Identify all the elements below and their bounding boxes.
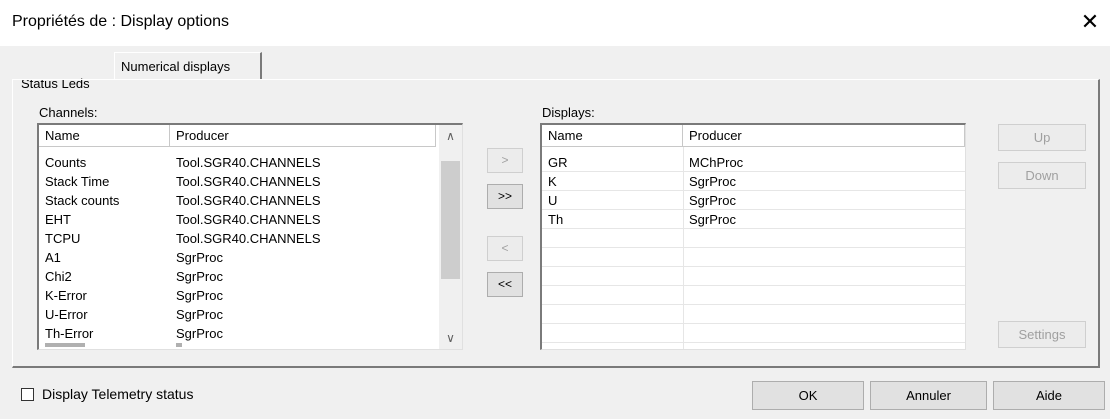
channels-header-name[interactable]: Name xyxy=(39,125,170,147)
list-item[interactable]: U-Error SgrProc xyxy=(39,305,439,324)
channel-name: EHT xyxy=(45,212,71,227)
displays-list[interactable]: Name Producer GR MChProc K SgrProc U Sgr… xyxy=(540,123,966,350)
channel-name: Th-Error xyxy=(45,326,94,341)
tab-numerical-displays[interactable]: Numerical displays xyxy=(114,52,262,80)
display-name: Th xyxy=(548,212,564,227)
channel-producer: SgrProc xyxy=(176,288,223,303)
displays-header-name[interactable]: Name xyxy=(542,125,683,147)
list-item[interactable]: Counts Tool.SGR40.CHANNELS xyxy=(39,153,439,172)
display-producer: MChProc xyxy=(689,155,744,170)
channel-name: Chi2 xyxy=(45,269,72,284)
tab-numerical-displays-label: Numerical displays xyxy=(121,59,231,74)
channel-producer: Tool.SGR40.CHANNELS xyxy=(176,193,321,208)
channels-label: Channels: xyxy=(39,105,98,120)
cancel-button[interactable]: Annuler xyxy=(870,381,987,410)
remove-button[interactable]: < xyxy=(487,236,523,261)
list-item[interactable]: Stack Time Tool.SGR40.CHANNELS xyxy=(39,172,439,191)
display-name: U xyxy=(548,193,558,208)
channel-name: Counts xyxy=(45,155,87,170)
add-all-button[interactable]: >> xyxy=(487,184,523,209)
channel-name: U-Error xyxy=(45,307,88,322)
display-name: GR xyxy=(548,155,568,170)
channel-name: A1 xyxy=(45,250,61,265)
display-producer: SgrProc xyxy=(689,174,736,189)
displays-header-producer[interactable]: Producer xyxy=(683,125,965,147)
channels-scrollbar[interactable]: ∧ ∨ xyxy=(439,125,462,349)
channel-producer: Tool.SGR40.CHANNELS xyxy=(176,231,321,246)
list-item[interactable]: U SgrProc xyxy=(542,191,965,210)
scroll-up-icon[interactable]: ∧ xyxy=(440,125,461,147)
settings-button[interactable]: Settings xyxy=(998,321,1086,348)
channel-producer: Tool.SGR40.CHANNELS xyxy=(176,174,321,189)
list-item[interactable]: Chi2 SgrProc xyxy=(39,267,439,286)
add-button[interactable]: > xyxy=(487,148,523,173)
list-item[interactable]: Th SgrProc xyxy=(542,210,965,229)
channel-producer: SgrProc xyxy=(176,269,223,284)
list-item[interactable]: A1 SgrProc xyxy=(39,248,439,267)
list-item[interactable]: TCPU Tool.SGR40.CHANNELS xyxy=(39,229,439,248)
channel-name: TCPU xyxy=(45,231,81,246)
channel-producer: SgrProc xyxy=(176,250,223,265)
list-item[interactable]: EHT Tool.SGR40.CHANNELS xyxy=(39,210,439,229)
channels-list[interactable]: Name Producer Counts Tool.SGR40.CHANNELS… xyxy=(37,123,463,350)
list-item-partial[interactable] xyxy=(39,343,439,349)
channel-producer: SgrProc xyxy=(176,326,223,341)
list-item[interactable]: GR MChProc xyxy=(542,153,965,172)
remove-all-button[interactable]: << xyxy=(487,272,523,297)
up-button[interactable]: Up xyxy=(998,124,1086,151)
list-item[interactable]: Stack counts Tool.SGR40.CHANNELS xyxy=(39,191,439,210)
dialog-title: Propriétés de : Display options xyxy=(12,13,229,30)
list-item[interactable]: Th-Error SgrProc xyxy=(39,324,439,343)
scroll-down-icon[interactable]: ∨ xyxy=(440,327,461,349)
display-producer: SgrProc xyxy=(689,193,736,208)
channels-header-producer[interactable]: Producer xyxy=(170,125,436,147)
help-button[interactable]: Aide xyxy=(993,381,1105,410)
displays-label: Displays: xyxy=(542,105,595,120)
telemetry-status-label: Display Telemetry status xyxy=(42,386,194,402)
list-item[interactable]: K-Error SgrProc xyxy=(39,286,439,305)
scroll-thumb[interactable] xyxy=(441,161,460,279)
display-name: K xyxy=(548,174,557,189)
telemetry-status-checkbox[interactable] xyxy=(21,388,34,401)
list-item[interactable]: K SgrProc xyxy=(542,172,965,191)
title-bar: Propriétés de : Display options ✕ xyxy=(0,0,1110,46)
channel-producer: Tool.SGR40.CHANNELS xyxy=(176,212,321,227)
channel-name: Stack counts xyxy=(45,193,120,208)
channel-producer: SgrProc xyxy=(176,307,223,322)
channel-name: Stack Time xyxy=(45,174,110,189)
channel-name: K-Error xyxy=(45,288,87,303)
close-icon[interactable]: ✕ xyxy=(1076,8,1104,36)
channel-producer: Tool.SGR40.CHANNELS xyxy=(176,155,321,170)
down-button[interactable]: Down xyxy=(998,162,1086,189)
display-producer: SgrProc xyxy=(689,212,736,227)
properties-dialog: Propriétés de : Display options ✕ Status… xyxy=(0,0,1110,419)
ok-button[interactable]: OK xyxy=(752,381,864,410)
